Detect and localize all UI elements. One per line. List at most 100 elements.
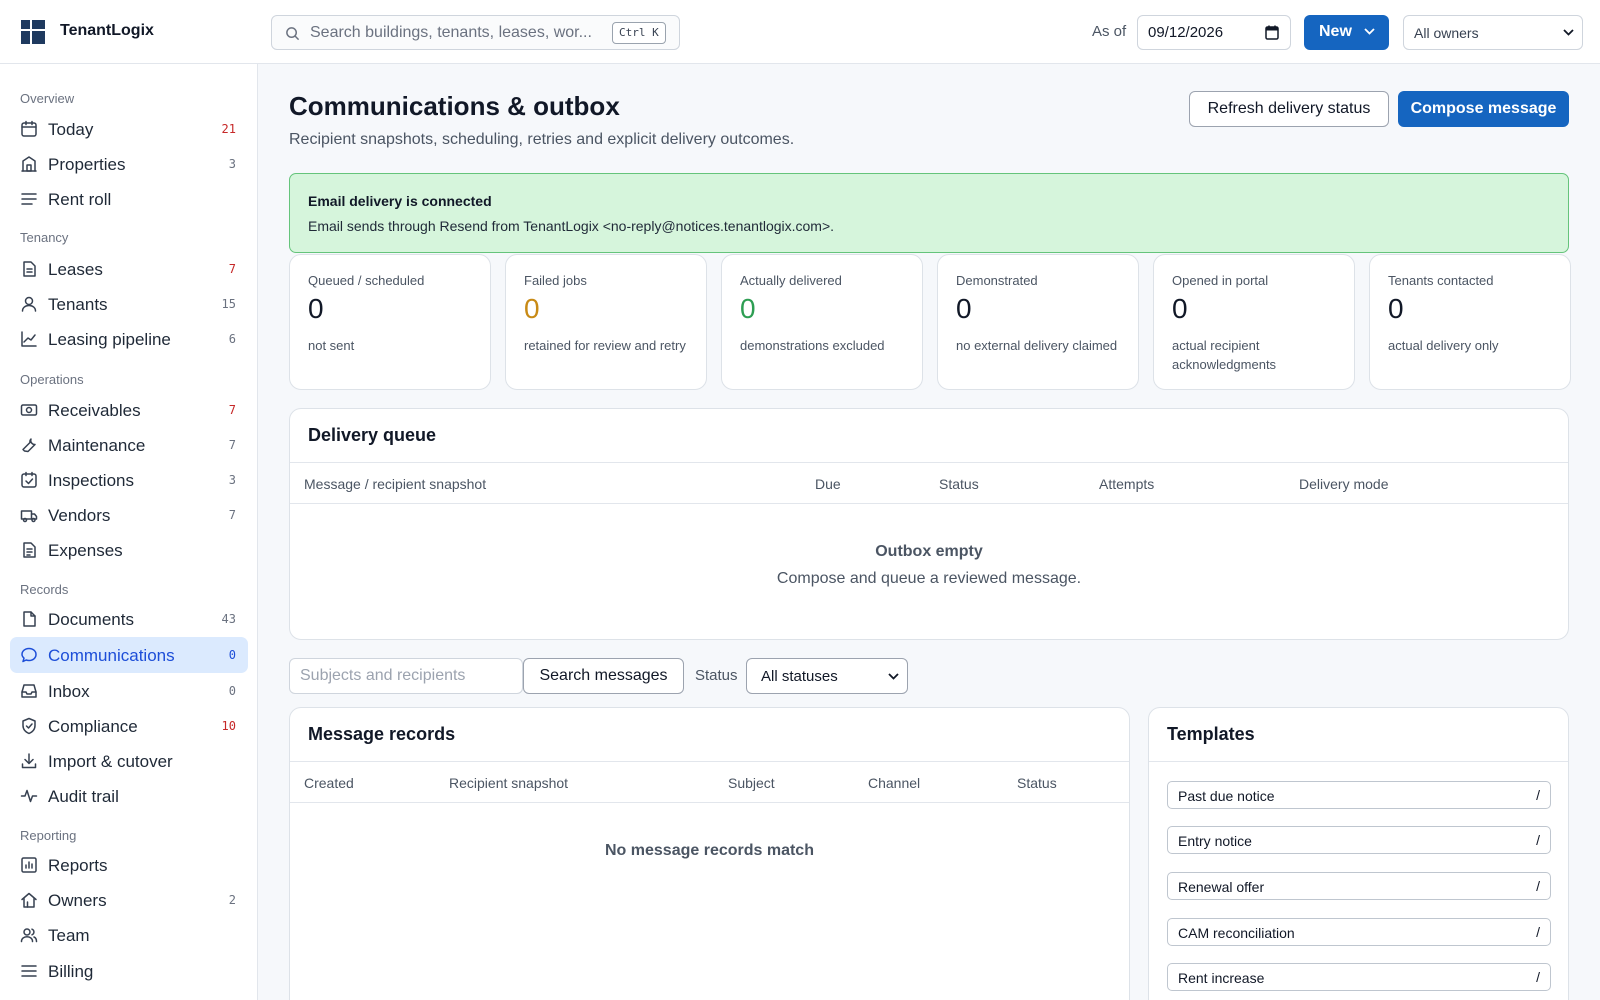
template-item-renewal-offer[interactable]: Renewal offer / xyxy=(1167,872,1551,900)
sidebar-item-count: 6 xyxy=(228,332,236,346)
top-bar: TenantLogix Search buildings, tenants, l… xyxy=(0,0,1600,64)
sidebar-section-heading: Tenancy xyxy=(20,230,69,245)
shield-icon xyxy=(22,717,36,735)
template-item-entry-notice[interactable]: Entry notice / xyxy=(1167,826,1551,854)
sidebar-item-expenses[interactable]: Expenses xyxy=(10,532,248,568)
message-search-input[interactable]: Subjects and recipients xyxy=(289,658,523,694)
sidebar-item-label: Leasing pipeline xyxy=(48,330,171,349)
list-icon xyxy=(21,193,37,205)
sidebar-item-label: Leases xyxy=(48,260,103,279)
stat-note: actual delivery only xyxy=(1388,338,1499,353)
global-search-input[interactable]: Search buildings, tenants, leases, wor..… xyxy=(271,15,680,50)
template-item-cam-reconciliation[interactable]: CAM reconciliation / xyxy=(1167,918,1551,946)
sidebar-item-inspections[interactable]: Inspections 3 xyxy=(10,462,248,498)
sidebar-item-count: 3 xyxy=(228,473,236,487)
stat-note: not sent xyxy=(308,338,355,353)
sidebar-item-count: 2 xyxy=(228,893,236,907)
search-messages-button[interactable]: Search messages xyxy=(523,658,684,694)
stat-label: Failed jobs xyxy=(524,273,587,288)
sidebar-item-audit-trail[interactable]: Audit trail xyxy=(10,778,248,814)
sidebar-item-receivables[interactable]: Receivables 7 xyxy=(10,392,248,428)
stat-card-opened-in-portal: Opened in portal 0 actual recipient ackn… xyxy=(1153,254,1355,390)
sidebar-section-heading: Records xyxy=(20,582,69,597)
message-icon xyxy=(21,647,37,663)
status-filter-value: All statuses xyxy=(761,668,838,685)
sidebar-item-billing[interactable]: Billing xyxy=(10,953,248,989)
banner-title: Email delivery is connected xyxy=(308,193,492,209)
column-header: Status xyxy=(939,476,979,492)
app-name[interactable]: TenantLogix xyxy=(60,22,154,40)
sidebar-item-count: 7 xyxy=(228,403,236,417)
message-records-title: Message records xyxy=(308,724,456,744)
sidebar-item-leases[interactable]: Leases 7 xyxy=(10,251,248,287)
sidebar-item-label: Vendors xyxy=(48,506,111,525)
column-header: Recipient snapshot xyxy=(449,775,569,791)
as-of-date-input[interactable]: 09/12/2026 xyxy=(1137,15,1291,50)
sidebar-item-maintenance[interactable]: Maintenance 7 xyxy=(10,427,248,463)
sidebar-item-documents[interactable]: Documents 43 xyxy=(10,601,248,637)
status-filter-select[interactable]: All statuses xyxy=(746,658,908,694)
page-subtitle: Recipient snapshots, scheduling, retries… xyxy=(289,131,795,148)
sidebar-section-heading: Overview xyxy=(20,91,75,106)
chevron-down-icon xyxy=(1364,28,1375,35)
report-icon xyxy=(21,857,37,873)
stat-value: 0 xyxy=(956,293,972,324)
sidebar-item-count: 7 xyxy=(228,508,236,522)
outbox-empty-title: Outbox empty xyxy=(875,543,983,560)
message-records-header: Created Recipient snapshot Subject Chann… xyxy=(290,761,1129,803)
sidebar-item-label: Expenses xyxy=(48,541,123,560)
sidebar-item-team[interactable]: Team xyxy=(10,917,248,953)
sidebar-item-vendors[interactable]: Vendors 7 xyxy=(10,497,248,533)
owner-filter-select[interactable]: All owners xyxy=(1403,15,1583,50)
sidebar-section-heading: Operations xyxy=(20,372,84,387)
sidebar-item-owners[interactable]: Owners 2 xyxy=(10,882,248,918)
column-header: Created xyxy=(304,775,354,791)
sidebar-item-today[interactable]: Today 21 xyxy=(10,111,248,147)
template-item-rent-increase[interactable]: Rent increase / xyxy=(1167,963,1551,991)
refresh-delivery-status-button[interactable]: Refresh delivery status xyxy=(1189,91,1389,127)
search-placeholder: Search buildings, tenants, leases, wor..… xyxy=(310,24,592,41)
sidebar-item-rent-roll[interactable]: Rent roll xyxy=(10,181,248,217)
search-icon xyxy=(286,27,300,41)
chevron-down-icon xyxy=(888,673,899,680)
chart-line-icon xyxy=(21,331,37,347)
stat-value: 0 xyxy=(740,293,756,324)
sidebar-item-inbox[interactable]: Inbox 0 xyxy=(10,673,248,709)
sidebar: Overview Today 21 Properties 3 Rent roll… xyxy=(0,64,258,1000)
stat-value: 0 xyxy=(1388,293,1404,324)
sidebar-item-leasing-pipeline[interactable]: Leasing pipeline 6 xyxy=(10,321,248,357)
app-logo-icon[interactable] xyxy=(21,20,45,44)
sidebar-item-label: Receivables xyxy=(48,401,141,420)
template-shortcut: / xyxy=(1536,924,1540,940)
template-shortcut: / xyxy=(1536,832,1540,848)
calendar-icon[interactable] xyxy=(1265,25,1279,40)
sidebar-item-properties[interactable]: Properties 3 xyxy=(10,146,248,182)
templates-card: Templates Past due notice / Entry notice … xyxy=(1148,707,1569,1000)
sidebar-item-count: 7 xyxy=(228,262,236,276)
sidebar-item-tenants[interactable]: Tenants 15 xyxy=(10,286,248,322)
sidebar-item-label: Team xyxy=(48,926,90,945)
cash-icon xyxy=(20,404,38,416)
sidebar-item-label: Compliance xyxy=(48,717,138,736)
column-header: Subject xyxy=(728,775,775,791)
email-connected-banner: Email delivery is connected Email sends … xyxy=(289,173,1569,253)
template-item-past-due-notice[interactable]: Past due notice / xyxy=(1167,781,1551,809)
sidebar-item-count: 21 xyxy=(221,122,236,136)
template-label: Past due notice xyxy=(1178,788,1275,804)
compose-message-button[interactable]: Compose message xyxy=(1398,91,1569,127)
home-icon xyxy=(21,892,37,908)
sidebar-item-reports[interactable]: Reports xyxy=(10,847,248,883)
sidebar-item-compliance[interactable]: Compliance 10 xyxy=(10,708,248,744)
sidebar-item-count: 3 xyxy=(228,157,236,171)
sidebar-item-communications[interactable]: Communications 0 xyxy=(10,637,248,673)
delivery-queue-card: Delivery queue Message / recipient snaps… xyxy=(289,408,1569,640)
sidebar-item-import-and-cutover[interactable]: Import & cutover xyxy=(10,743,248,779)
users-icon xyxy=(20,928,38,943)
column-header: Status xyxy=(1017,775,1057,791)
owner-filter-value: All owners xyxy=(1414,25,1479,41)
stat-card-actually-delivered: Actually delivered 0 demonstrations excl… xyxy=(721,254,923,390)
sidebar-item-count: 43 xyxy=(221,612,236,626)
new-button[interactable]: New xyxy=(1304,15,1389,50)
download-icon xyxy=(21,753,37,769)
inbox-icon xyxy=(21,684,37,698)
